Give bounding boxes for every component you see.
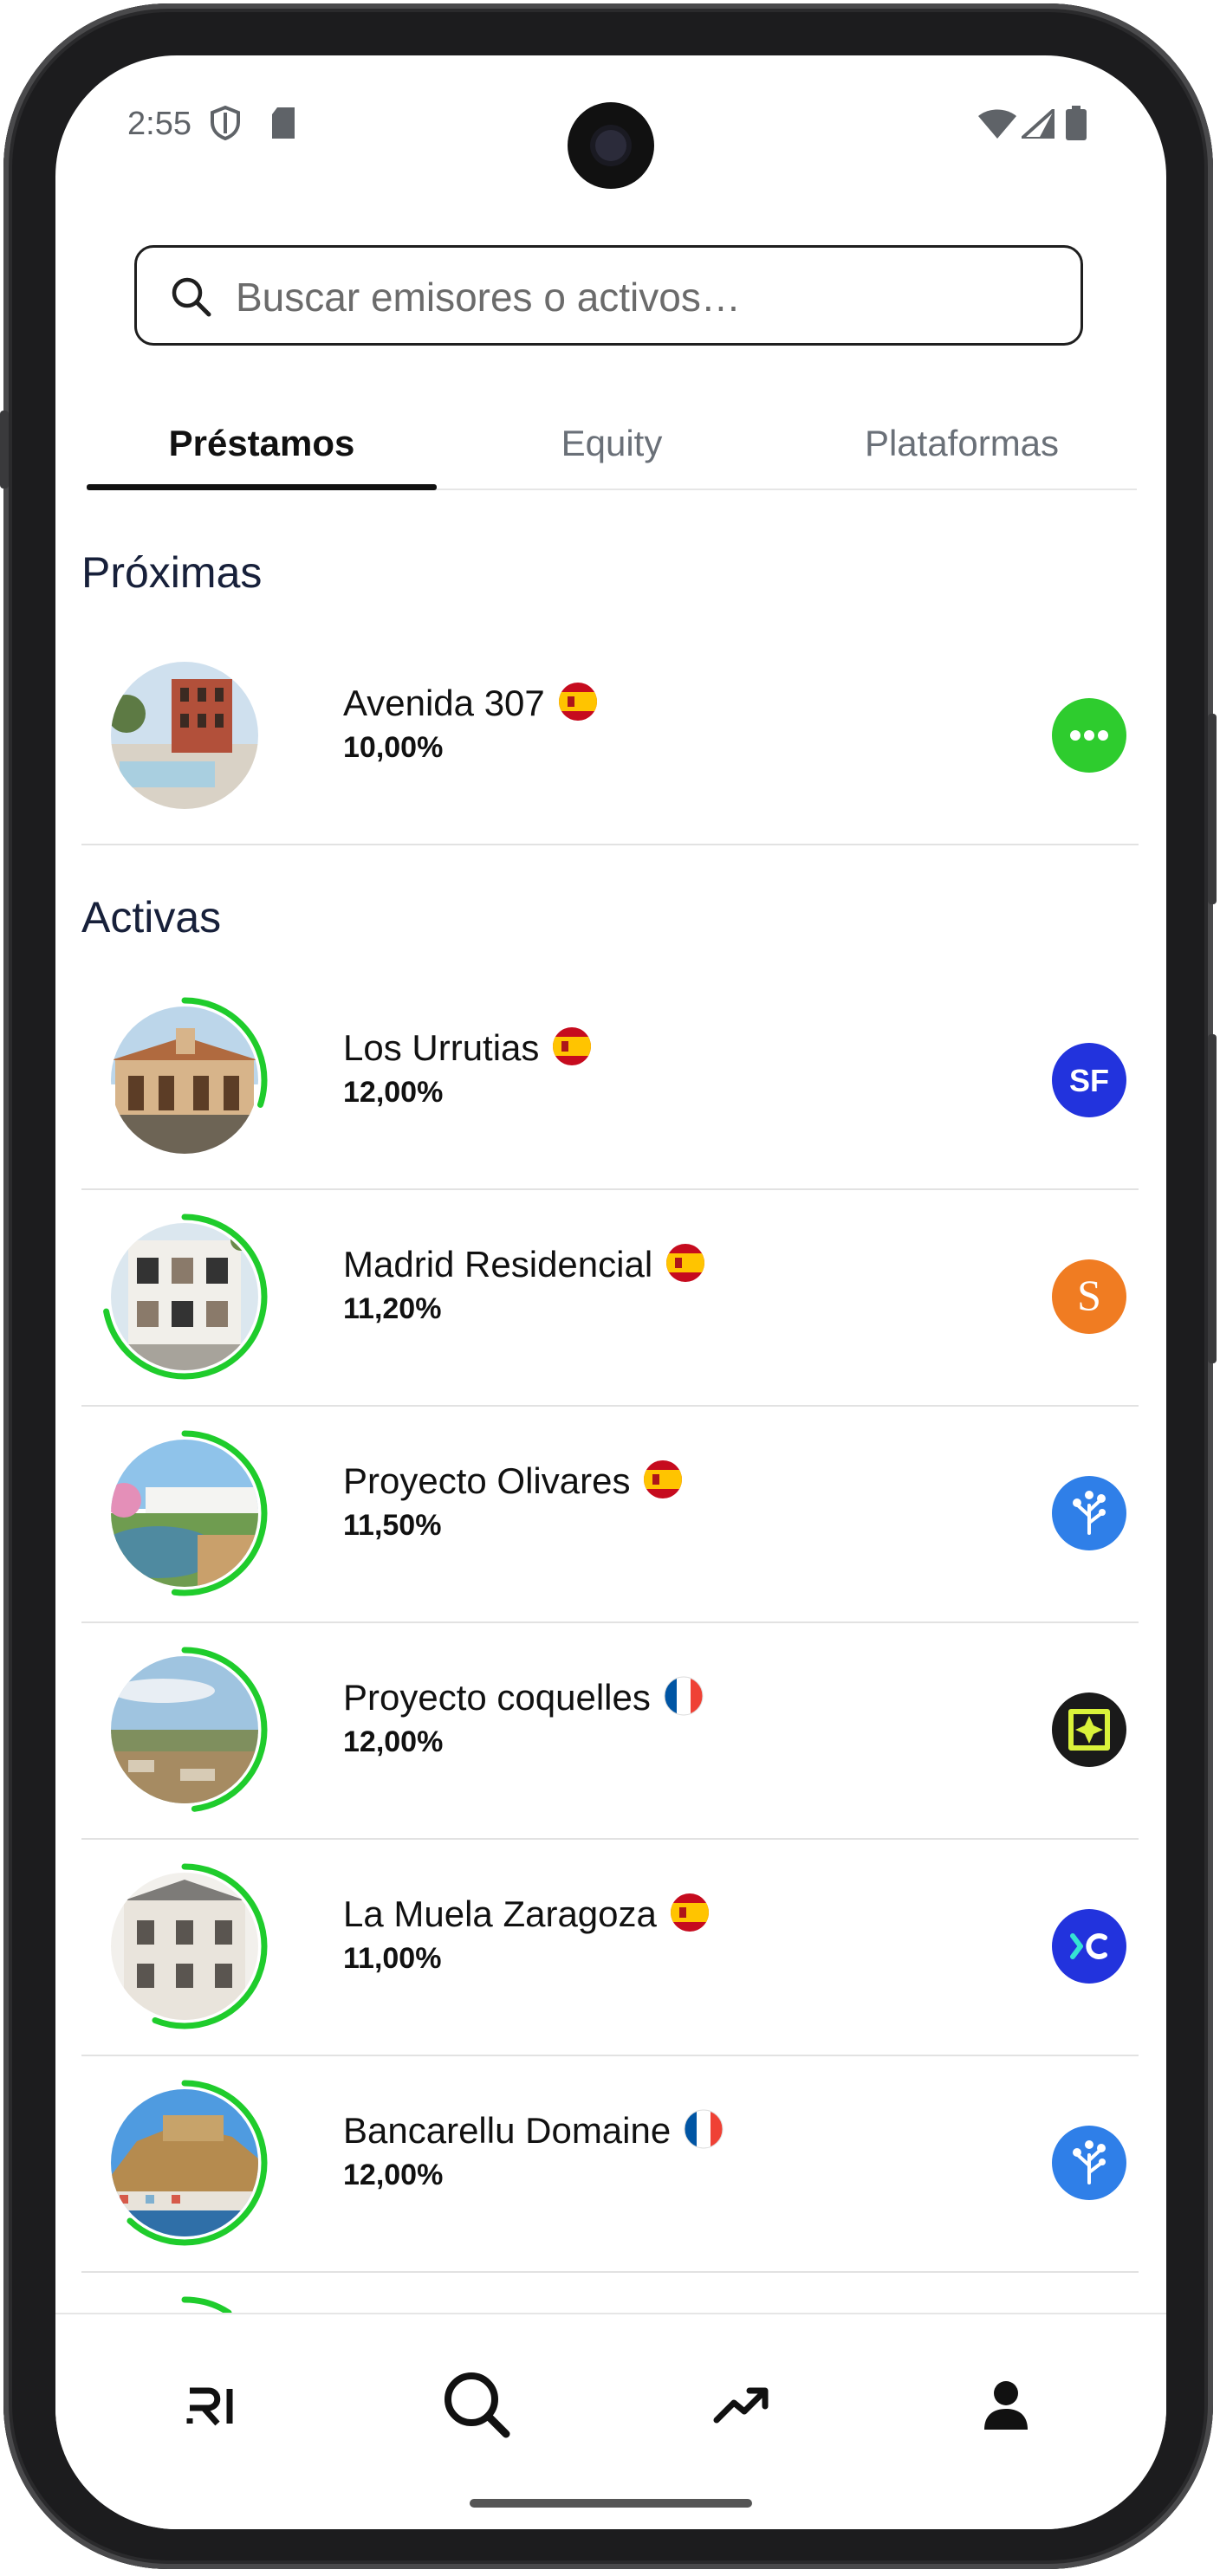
project-name: Avenida 307 — [343, 681, 599, 731]
project-name: Los Urrutias — [343, 1026, 593, 1076]
interest-rate: 10,00% — [343, 731, 444, 764]
shield-icon — [210, 105, 241, 145]
tab-plataformas[interactable]: Plataformas — [787, 402, 1137, 489]
list-item[interactable]: Los Urrutias 12,00% SF — [81, 972, 1139, 1190]
search-input[interactable] — [234, 269, 1052, 326]
phone-side-button — [1208, 1034, 1217, 1363]
tree-logo-icon[interactable] — [1052, 1476, 1126, 1550]
project-thumbnail — [111, 1440, 258, 1587]
home-indicator[interactable] — [470, 2499, 752, 2508]
france-flag-icon — [683, 2108, 724, 2159]
trending-up-icon — [713, 2387, 769, 2424]
list-item[interactable]: Proyecto Olivares 11,50% — [81, 1405, 1139, 1623]
project-thumbnail — [111, 1656, 258, 1803]
project-thumbnail — [111, 662, 258, 809]
project-thumbnail — [111, 1006, 258, 1154]
nav-home[interactable] — [165, 2358, 261, 2453]
search-bar[interactable] — [134, 245, 1083, 346]
status-time: 2:55 — [127, 106, 191, 142]
interest-rate: 11,50% — [343, 1509, 442, 1542]
tab-prestamos[interactable]: Préstamos — [87, 402, 437, 490]
list-item[interactable]: Proyecto coquelles 12,00% — [81, 1621, 1139, 1840]
svg-text:SF: SF — [1069, 1063, 1109, 1098]
project-name-text: Bancarellu Domaine — [343, 2110, 672, 2152]
list-item[interactable]: Bancarellu Domaine 12,00% — [81, 2055, 1139, 2273]
spain-flag-icon — [551, 1026, 593, 1076]
signal-icon — [1016, 105, 1056, 143]
s-logo-icon[interactable]: S — [1052, 1259, 1126, 1334]
phone-side-button — [1208, 714, 1217, 904]
nav-search[interactable] — [430, 2358, 525, 2453]
project-thumbnail — [111, 1873, 258, 2020]
project-name: Proyecto Olivares — [343, 1459, 684, 1509]
project-name-text: Avenida 307 — [343, 683, 545, 724]
spain-flag-icon — [669, 1892, 711, 1942]
ri-logo-icon — [186, 2387, 233, 2426]
france-flag-icon — [663, 1675, 704, 1725]
phone-frame: 2:55 Préstamos Equit — [0, 3, 1217, 2569]
bottom-navigation — [55, 2313, 1166, 2529]
search-icon — [172, 277, 211, 317]
nav-portfolio[interactable] — [694, 2358, 789, 2453]
tab-equity[interactable]: Equity — [437, 402, 787, 489]
interest-rate: 12,00% — [343, 2159, 444, 2191]
project-thumbnail — [111, 2089, 258, 2236]
project-name-text: Madrid Residencial — [343, 1244, 653, 1285]
project-thumbnail — [111, 1223, 258, 1370]
spain-flag-icon — [665, 1242, 706, 1292]
nav-profile[interactable] — [958, 2358, 1054, 2453]
project-name: Madrid Residencial — [343, 1242, 706, 1292]
front-camera — [568, 102, 654, 189]
sf-logo-icon[interactable]: SF — [1052, 1043, 1126, 1117]
wifi-icon — [978, 109, 1016, 143]
spain-flag-icon — [557, 681, 599, 731]
project-name-text: Los Urrutias — [343, 1027, 540, 1069]
app-screen: 2:55 Préstamos Equit — [55, 55, 1166, 2529]
person-icon — [984, 2381, 1028, 2430]
section-title-upcoming: Próximas — [81, 548, 263, 597]
project-name: La Muela Zaragoza — [343, 1892, 711, 1942]
list-item[interactable]: La Muela Zaragoza 11,00% — [81, 1838, 1139, 2056]
interest-rate: 11,20% — [343, 1292, 442, 1325]
project-name-text: La Muela Zaragoza — [343, 1893, 657, 1935]
diamond-logo-icon[interactable] — [1052, 1693, 1126, 1767]
spain-flag-icon — [642, 1459, 684, 1509]
status-bar: 2:55 — [55, 55, 1166, 189]
section-title-active: Activas — [81, 893, 222, 942]
project-name-text: Proyecto coquelles — [343, 1677, 651, 1718]
battery-icon — [1066, 106, 1087, 145]
interest-rate: 12,00% — [343, 1076, 444, 1109]
project-name: Proyecto coquelles — [343, 1675, 704, 1725]
sd-card-icon — [270, 107, 296, 143]
phone-side-button — [0, 411, 9, 489]
interest-rate: 11,00% — [343, 1942, 442, 1975]
interest-rate: 12,00% — [343, 1725, 444, 1758]
list-item[interactable]: Avenida 307 10,00% — [81, 627, 1139, 845]
tree-logo-icon[interactable] — [1052, 2126, 1126, 2200]
svg-text:S: S — [1077, 1271, 1101, 1319]
tab-bar: Préstamos Equity Plataformas — [87, 402, 1137, 490]
more-dots-icon[interactable] — [1052, 698, 1126, 773]
list-item[interactable]: Madrid Residencial 11,20% S — [81, 1188, 1139, 1407]
project-name-text: Proyecto Olivares — [343, 1460, 631, 1502]
project-name: Bancarellu Domaine — [343, 2108, 724, 2159]
xc-logo-icon[interactable] — [1052, 1909, 1126, 1984]
search-icon — [445, 2372, 510, 2438]
